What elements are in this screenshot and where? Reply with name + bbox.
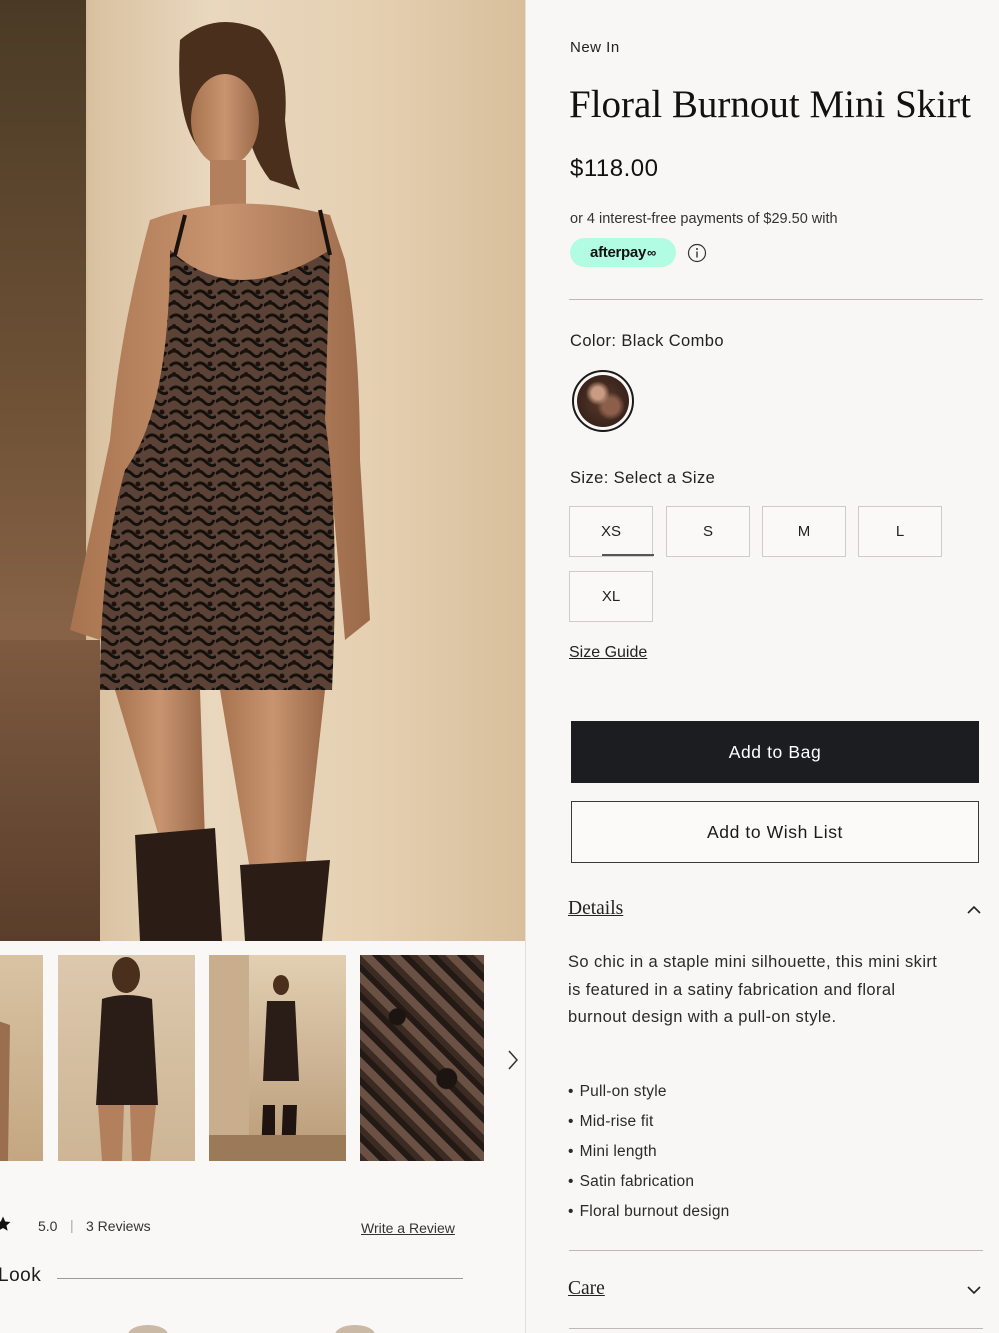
thumbnail-4[interactable] xyxy=(360,955,484,1161)
color-swatch-black-combo[interactable] xyxy=(572,370,634,432)
main-product-image[interactable] xyxy=(0,0,525,941)
size-option-label: S xyxy=(702,523,713,540)
afterpay-label: afterpay xyxy=(590,244,646,261)
list-item: Floral burnout design xyxy=(568,1200,730,1230)
list-item: Satin fabrication xyxy=(568,1170,729,1200)
size-option-xl[interactable]: XL xyxy=(569,571,653,622)
color-label: Color: Black Combo xyxy=(570,332,724,350)
afterpay-badge[interactable]: afterpay ∞ xyxy=(570,238,676,267)
look-label: Look xyxy=(0,1265,42,1286)
size-hover-underline xyxy=(602,554,654,556)
installments-text: or 4 interest-free payments of $29.50 wi… xyxy=(570,211,838,227)
section-divider xyxy=(569,1250,983,1251)
look-divider xyxy=(57,1278,463,1279)
write-review-link[interactable]: Write a Review xyxy=(361,1220,455,1236)
shop-the-look-header: Look xyxy=(0,1265,470,1295)
rating-summary: 5.0 | 3 Reviews Write a Review xyxy=(0,1212,470,1242)
rating-separator: | xyxy=(70,1217,74,1233)
review-count[interactable]: 3 Reviews xyxy=(86,1218,151,1234)
list-item: Mid-rise fit xyxy=(568,1110,729,1140)
size-option-label: M xyxy=(797,523,811,540)
size-guide-link[interactable]: Size Guide xyxy=(569,644,647,662)
product-title: Floral Burnout Mini Skirt xyxy=(569,83,971,126)
star-icon xyxy=(0,1215,12,1236)
info-icon[interactable] xyxy=(687,243,707,263)
look-item-1[interactable] xyxy=(128,1325,168,1333)
chevron-right-icon[interactable] xyxy=(503,1047,523,1073)
details-heading: Details xyxy=(568,898,624,919)
section-divider xyxy=(569,1328,983,1329)
chevron-up-icon xyxy=(966,902,982,920)
size-option-label: XS xyxy=(600,523,621,540)
product-page: 5.0 | 3 Reviews Write a Review Look New … xyxy=(0,0,999,1333)
product-price: $118.00 xyxy=(570,155,659,182)
care-heading: Care xyxy=(568,1278,605,1299)
feature-list: Pull-on style Mid-rise fit Mini length S… xyxy=(568,1080,730,1230)
list-item: Pull-on style xyxy=(568,1080,729,1110)
thumbnail-1[interactable] xyxy=(0,955,43,1161)
product-description: So chic in a staple mini silhouette, thi… xyxy=(568,953,938,1026)
size-option-m[interactable]: M xyxy=(762,506,846,557)
thumbnail-3[interactable] xyxy=(209,955,346,1161)
model-figure xyxy=(70,22,370,941)
size-option-l[interactable]: L xyxy=(858,506,942,557)
size-option-label: L xyxy=(895,523,905,540)
product-info-panel: New In Floral Burnout Mini Skirt $118.00… xyxy=(526,0,999,1333)
size-label: Size: Select a Size xyxy=(570,469,716,487)
chevron-down-icon xyxy=(966,1282,982,1300)
size-option-xs[interactable]: XS xyxy=(569,506,654,557)
thumbnail-2[interactable] xyxy=(58,955,195,1161)
add-to-wishlist-button[interactable]: Add to Wish List xyxy=(571,801,979,863)
size-option-s[interactable]: S xyxy=(666,506,750,557)
list-item: Mini length xyxy=(568,1140,729,1170)
details-accordion-header[interactable]: Details xyxy=(568,898,982,928)
look-item-2[interactable] xyxy=(335,1325,375,1333)
size-option-label: XL xyxy=(601,588,621,605)
care-accordion-header[interactable]: Care xyxy=(568,1278,982,1308)
thumbnail-strip xyxy=(0,955,525,1161)
rating-score: 5.0 xyxy=(38,1218,58,1234)
section-divider xyxy=(569,299,983,300)
add-to-bag-button[interactable]: Add to Bag xyxy=(571,721,979,783)
afterpay-logo-icon: ∞ xyxy=(647,245,656,260)
product-gallery: 5.0 | 3 Reviews Write a Review Look xyxy=(0,0,525,1333)
new-in-label: New In xyxy=(570,39,620,56)
